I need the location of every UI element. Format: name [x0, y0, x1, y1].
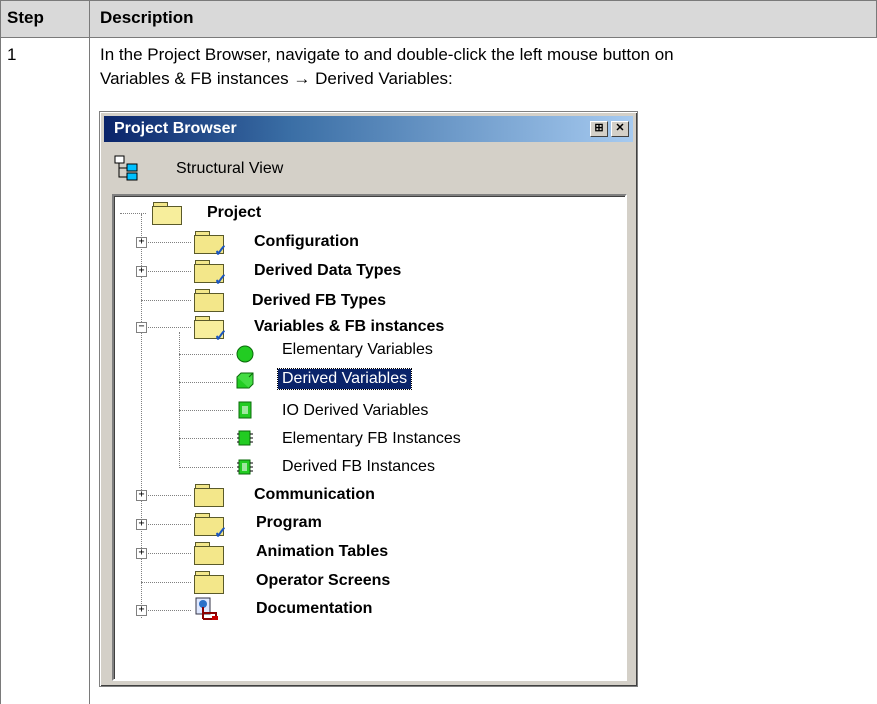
project-browser-ref: Project Browser: [147, 45, 267, 64]
fb-instance-icon: [237, 430, 253, 446]
structural-view-bar: Structural View: [108, 148, 627, 188]
root-folder-icon: [152, 202, 182, 225]
tree-root[interactable]: Project: [207, 204, 261, 222]
derived-variable-icon: [236, 372, 254, 389]
folder-icon: ✓: [194, 231, 227, 260]
folder-icon: ✓: [194, 260, 227, 289]
header-step: Step: [7, 8, 44, 27]
project-tree[interactable]: Project + ✓ Configuration + ✓ Derived Da…: [112, 194, 627, 681]
folder-icon: [194, 484, 224, 507]
folder-icon: [194, 571, 224, 594]
derived-fb-instance-icon: [237, 459, 253, 475]
title-bar: Project Browser ⊞ ✕: [104, 116, 633, 142]
expand-icon[interactable]: +: [136, 519, 147, 530]
step-description: In the Project Browser, navigate to and …: [100, 45, 674, 88]
close-icon[interactable]: ✕: [611, 121, 629, 137]
pin-icon[interactable]: ⊞: [590, 121, 608, 137]
io-variable-icon: [238, 401, 252, 419]
selected-item: Derived Variables: [276, 368, 413, 390]
project-browser-window: Project Browser ⊞ ✕ Structural View Proj…: [99, 111, 638, 687]
folder-icon: ✓: [194, 513, 227, 542]
structural-view-icon: [114, 155, 138, 181]
collapse-icon[interactable]: −: [136, 322, 147, 333]
expand-icon[interactable]: +: [136, 605, 147, 616]
expand-icon[interactable]: +: [136, 548, 147, 559]
expand-icon[interactable]: +: [136, 490, 147, 501]
documentation-icon: [195, 597, 218, 620]
step-number: 1: [7, 45, 17, 64]
window-title: Project Browser: [114, 120, 237, 137]
expand-icon[interactable]: +: [136, 237, 147, 248]
header-description: Description: [100, 8, 194, 27]
expand-icon[interactable]: +: [136, 266, 147, 277]
view-label: Structural View: [176, 160, 284, 177]
folder-icon: [194, 542, 224, 565]
elementary-variable-icon: [236, 345, 254, 363]
folder-icon: [194, 289, 224, 312]
navigation-path: Variables & FB instances → Derived Varia…: [100, 69, 449, 88]
open-folder-icon: ✓: [194, 316, 227, 345]
